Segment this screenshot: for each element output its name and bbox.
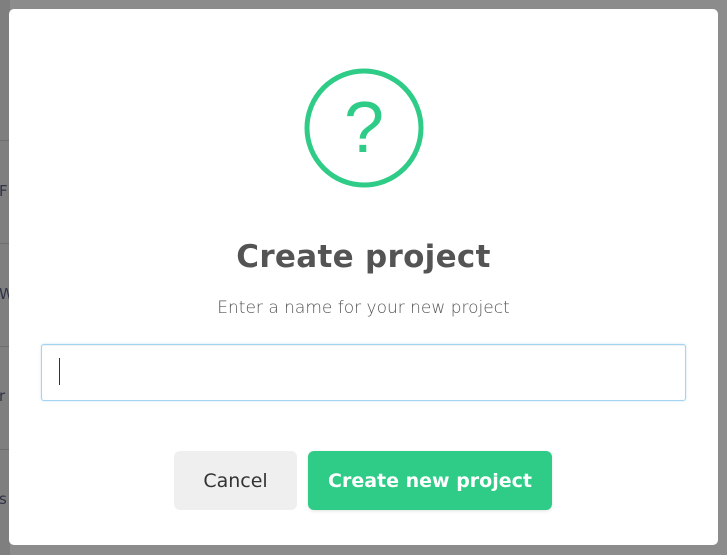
dialog-title: Create project (236, 239, 491, 275)
create-project-button[interactable]: Create new project (308, 451, 552, 510)
text-caret (59, 358, 60, 385)
question-mark-glyph: ? (344, 88, 384, 168)
question-icon: ? (304, 68, 424, 188)
cancel-button[interactable]: Cancel (174, 451, 297, 510)
dialog-subtitle: Enter a name for your new project (217, 298, 510, 318)
project-name-input[interactable] (41, 344, 686, 401)
create-project-dialog: ? Create project Enter a name for your n… (9, 9, 718, 545)
